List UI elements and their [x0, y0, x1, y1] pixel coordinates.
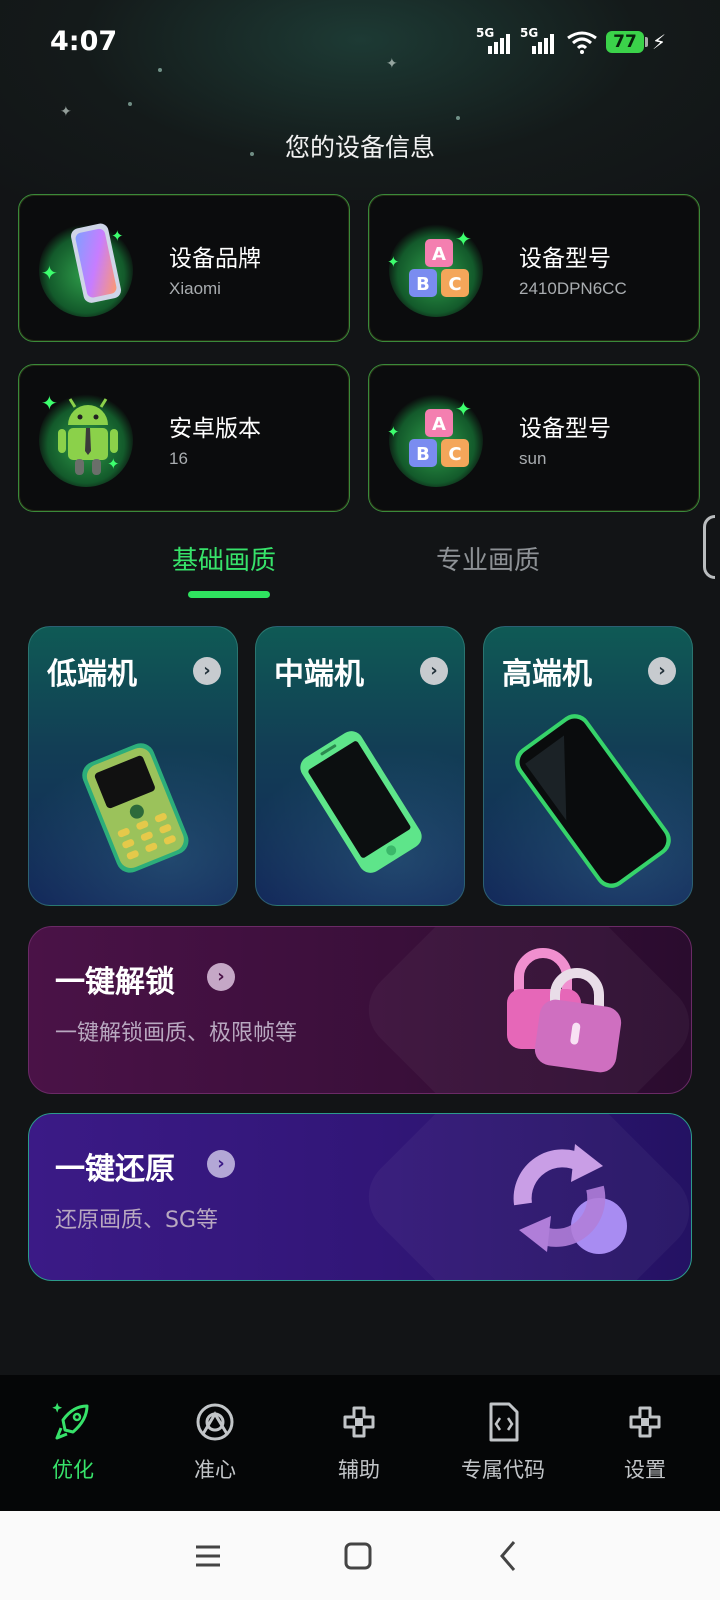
chevron-right-icon: › [193, 657, 221, 685]
tier-title: 中端机 [274, 657, 364, 692]
smartphone-icon [300, 731, 422, 873]
chevron-right-icon: › [207, 963, 235, 991]
device-model-value: 2410DPN6CC [519, 279, 627, 298]
tier-card-mid-range[interactable]: 中端机 › [255, 626, 465, 906]
device-brand-value: Xiaomi [169, 279, 221, 298]
nav-settings[interactable]: 设置 [590, 1400, 700, 1484]
sparkle-icon: ✦ [387, 253, 400, 271]
back-icon[interactable] [484, 1532, 532, 1580]
active-tab-indicator [188, 591, 270, 598]
nav-label: 优化 [52, 1458, 94, 1482]
network-type-label: 5G [520, 26, 539, 40]
android-version-label: 安卓版本 [169, 416, 261, 442]
smartphone-icon [515, 714, 671, 888]
sparkle-icon: ✦ [455, 227, 472, 251]
chevron-right-icon: › [648, 657, 676, 685]
sparkle-icon: ✦ [387, 423, 400, 441]
svg-text:C: C [448, 274, 461, 295]
device-codename-value: sun [519, 449, 547, 468]
svg-text:B: B [416, 274, 430, 295]
sparkle-icon: ✦ [107, 455, 120, 473]
tab-basic-quality[interactable]: 基础画质 [172, 540, 276, 577]
sparkle-icon: ✦ [455, 397, 472, 421]
chevron-right-icon: › [420, 657, 448, 685]
device-model-label: 设备型号 [519, 246, 611, 272]
charging-icon: ⚡ [652, 30, 667, 54]
restore-title: 一键还原 [55, 1152, 175, 1187]
crosshair-icon [196, 1403, 234, 1441]
nav-label: 专属代码 [461, 1458, 545, 1482]
nav-assist[interactable]: 辅助 [304, 1400, 414, 1484]
feature-phone-icon [82, 743, 189, 873]
home-icon[interactable] [334, 1532, 382, 1580]
nav-optimize[interactable]: 优化 [18, 1400, 128, 1484]
status-bar: 4:07 5G 5G 77 ⚡ [0, 0, 720, 86]
code-file-icon [489, 1402, 519, 1442]
restore-icon [513, 1144, 627, 1254]
nav-label: 准心 [194, 1458, 236, 1482]
nav-exclusive-code[interactable]: 专属代码 [448, 1400, 558, 1484]
side-drawer-handle[interactable] [703, 515, 715, 579]
device-model-card: A B C ✦ ✦ 设备型号 2410DPN6CC [368, 194, 700, 342]
signal-icon: 5G [476, 26, 510, 54]
page-title: 您的设备信息 [284, 133, 435, 162]
sparkle-icon: ✦ [111, 227, 124, 245]
unlock-description: 一键解锁画质、极限帧等 [55, 1021, 298, 1046]
svg-text:A: A [432, 244, 446, 265]
padlock-icon [507, 948, 622, 1073]
device-brand-card: ✦ ✦ 设备品牌 Xiaomi [18, 194, 350, 342]
sparkle-decoration: ✦ [60, 104, 72, 120]
tier-title: 低端机 [47, 657, 137, 692]
star-dot [128, 102, 132, 106]
tier-card-low-end[interactable]: 低端机 › [28, 626, 238, 906]
tier-card-high-end[interactable]: 高端机 › [483, 626, 693, 906]
battery-indicator: 77 [606, 31, 644, 53]
assist-icon [343, 1406, 375, 1438]
rocket-icon [52, 1402, 89, 1440]
one-click-restore-card[interactable]: 一键还原 › 还原画质、SG等 [28, 1113, 692, 1281]
tab-pro-quality[interactable]: 专业画质 [436, 540, 540, 577]
device-codename-card: A B C ✦ ✦ 设备型号 sun [368, 364, 700, 512]
sparkle-icon: ✦ [41, 391, 58, 415]
nav-crosshair[interactable]: 准心 [160, 1400, 270, 1484]
android-version-value: 16 [169, 449, 188, 468]
wifi-icon [567, 31, 597, 54]
tier-title: 高端机 [502, 657, 592, 692]
signal-icon: 5G [520, 26, 554, 54]
nav-label: 辅助 [338, 1458, 380, 1482]
device-codename-label: 设备型号 [519, 416, 611, 442]
menu-icon[interactable] [184, 1532, 232, 1580]
status-time: 4:07 [50, 26, 118, 57]
unlock-title: 一键解锁 [55, 965, 175, 1000]
svg-text:A: A [432, 414, 446, 435]
nav-label: 设置 [624, 1458, 666, 1482]
settings-icon [629, 1406, 661, 1438]
star-dot [456, 116, 460, 120]
svg-text:C: C [448, 444, 461, 465]
android-version-card: ✦ ✦ 安卓版本 16 [18, 364, 350, 512]
restore-description: 还原画质、SG等 [55, 1208, 219, 1233]
network-type-label: 5G [476, 26, 495, 40]
battery-tip [645, 37, 648, 47]
device-brand-label: 设备品牌 [169, 246, 261, 272]
chevron-right-icon: › [207, 1150, 235, 1178]
sparkle-icon: ✦ [41, 261, 58, 285]
svg-text:B: B [416, 444, 430, 465]
one-click-unlock-card[interactable]: 一键解锁 › 一键解锁画质、极限帧等 [28, 926, 692, 1094]
